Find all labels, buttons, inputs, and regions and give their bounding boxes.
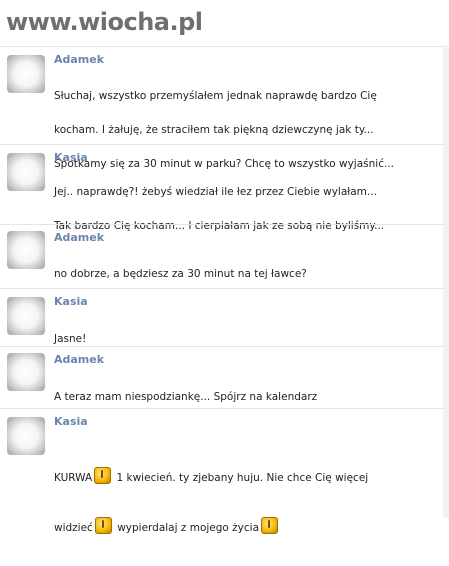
sender-name[interactable]: Kasia — [54, 415, 88, 428]
message-line: KURWA 1 kwiecień. ty zjebany huju. Nie c… — [54, 466, 439, 491]
angry-emoticon-icon — [94, 517, 112, 534]
avatar[interactable] — [7, 231, 45, 269]
watermark-logo: www.wiocha.pl — [6, 8, 203, 36]
chat-message: Kasia Jasne! — [0, 288, 449, 345]
message-line: Jej.. naprawdę?! żebyś wiedział ile łez … — [54, 186, 377, 198]
message-fragment: widzieć — [54, 522, 93, 534]
sender-name[interactable]: Adamek — [54, 53, 104, 66]
avatar[interactable] — [7, 153, 45, 191]
message-line: A teraz mam niespodziankę... Spójrz na k… — [54, 391, 318, 403]
message-line: Słuchaj, wszystko przemyślałem jednak na… — [54, 90, 377, 102]
sender-name[interactable]: Adamek — [54, 353, 104, 366]
chat-message: Kasia Jej.. naprawdę?! żebyś wiedział il… — [0, 144, 449, 232]
message-line: no dobrze, a będziesz za 30 minut na tej… — [54, 268, 307, 280]
chat-message: Kasia KURWA 1 kwiecień. ty zjebany huju.… — [0, 408, 449, 534]
message-fragment: wypierdalaj z mojego życia — [117, 522, 260, 534]
avatar[interactable] — [7, 353, 45, 391]
chat-message: Adamek no dobrze, a będziesz za 30 minut… — [0, 224, 449, 281]
sender-name[interactable]: Adamek — [54, 231, 104, 244]
avatar[interactable] — [7, 297, 45, 335]
angry-emoticon-icon — [94, 467, 112, 484]
message-line: kocham. I żałuję, że straciłem tak piękn… — [54, 124, 374, 136]
avatar[interactable] — [7, 417, 45, 455]
sender-name[interactable]: Kasia — [54, 151, 88, 164]
sender-name[interactable]: Kasia — [54, 295, 88, 308]
message-line: widzieć wypierdalaj z mojego życia — [54, 516, 439, 541]
chat-message: Adamek A teraz mam niespodziankę... Spój… — [0, 346, 449, 403]
chat-message: Adamek Słuchaj, wszystko przemyślałem je… — [0, 46, 449, 170]
avatar[interactable] — [7, 55, 45, 93]
angry-emoticon-icon — [261, 517, 279, 534]
chat-history: Adamek Słuchaj, wszystko przemyślałem je… — [0, 46, 449, 534]
message-fragment: KURWA — [54, 472, 93, 484]
scrollbar[interactable] — [443, 46, 449, 518]
message-text: KURWA 1 kwiecień. ty zjebany huju. Nie c… — [54, 441, 439, 566]
message-fragment: 1 kwiecień. ty zjebany huju. Nie chce Ci… — [116, 472, 369, 484]
